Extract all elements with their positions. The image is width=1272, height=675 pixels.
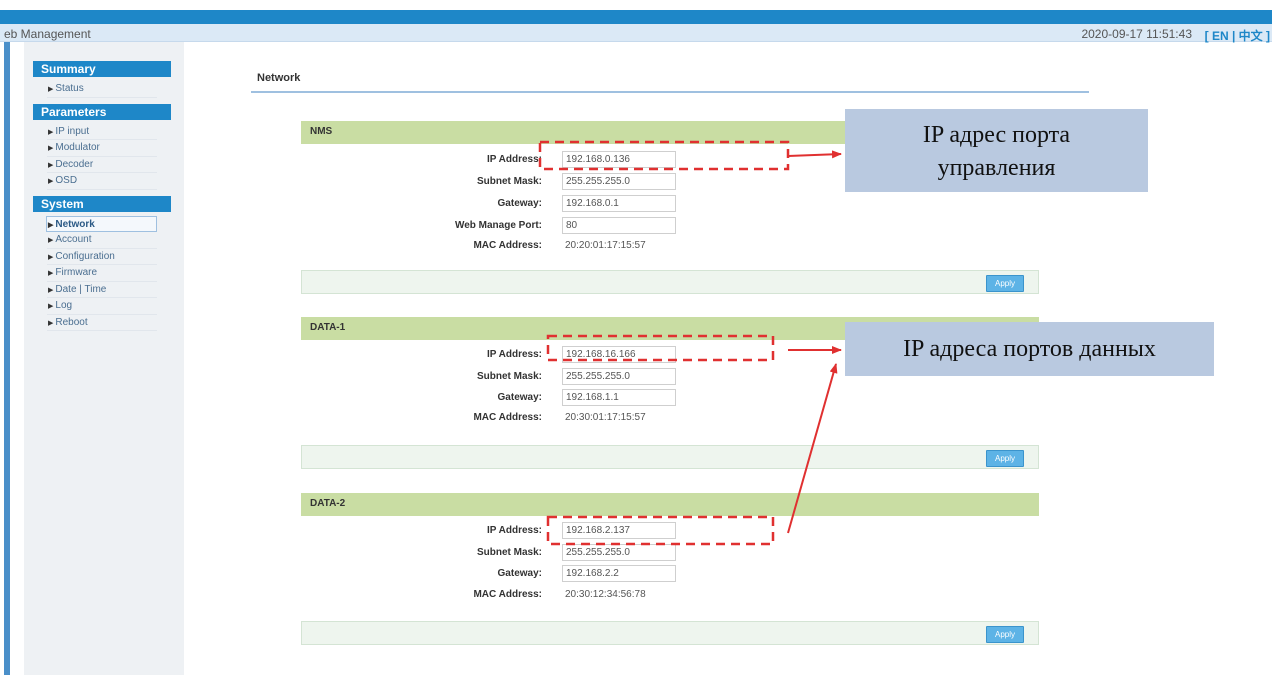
data1-ip-highlight-box — [546, 334, 775, 362]
data2-callout-arrow — [787, 363, 838, 534]
callout-line: IP адрес порта — [922, 122, 1071, 148]
nms-callout-arrow — [787, 150, 842, 159]
callout-line: управления — [937, 155, 1056, 181]
nms-ip-highlight-box — [538, 140, 790, 171]
data2-ip-highlight-box — [546, 515, 775, 546]
nms-ip-callout: IP адрес порта управления — [845, 109, 1148, 192]
data-ip-callout: IP адреса портов данных — [845, 322, 1214, 376]
